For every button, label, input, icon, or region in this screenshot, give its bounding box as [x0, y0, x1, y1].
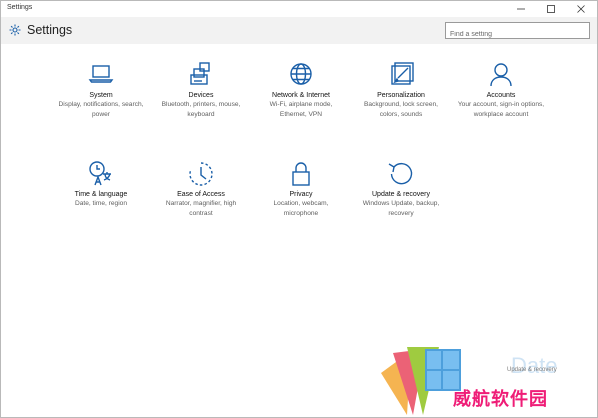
- svg-text:Date: Date: [511, 353, 557, 378]
- gear-icon: [9, 24, 21, 36]
- category-name: Privacy: [289, 191, 313, 198]
- category-name: Ease of Access: [177, 191, 225, 198]
- category-name: Accounts: [486, 92, 516, 99]
- category-devices[interactable]: Devices Bluetooth, printers, mouse, keyb…: [151, 60, 251, 119]
- category-description: Wi-Fi, airplane mode, Ethernet, VPN: [269, 101, 333, 118]
- close-icon: [577, 5, 585, 13]
- refresh-icon: [386, 159, 416, 189]
- category-name: Personalization: [377, 92, 425, 99]
- laptop-icon: [86, 60, 116, 90]
- globe-icon: [286, 60, 316, 90]
- maximize-button[interactable]: [536, 1, 566, 17]
- category-network[interactable]: Network & Internet Wi-Fi, airplane mode,…: [251, 60, 351, 119]
- category-description: Windows Update, backup, recovery: [362, 200, 440, 217]
- category-personalization[interactable]: Personalization Background, lock screen,…: [351, 60, 451, 119]
- settings-header: Settings: [1, 17, 597, 44]
- category-name: Network & Internet: [272, 92, 330, 99]
- category-privacy[interactable]: Privacy Location, webcam, microphone: [251, 159, 351, 218]
- maximize-icon: [547, 5, 555, 13]
- category-time-language[interactable]: Time & language Date, time, region: [51, 159, 151, 209]
- close-button[interactable]: [566, 1, 596, 17]
- search-box[interactable]: [445, 22, 590, 42]
- category-name: Update & recovery: [372, 191, 430, 198]
- ease-of-access-icon: [186, 159, 216, 189]
- watermark-ghost-text: Update & recovery: [507, 367, 557, 373]
- settings-window: Settings Settings System Display, notifi…: [0, 0, 598, 418]
- search-input[interactable]: [446, 27, 589, 42]
- title-bar[interactable]: Settings: [1, 1, 597, 17]
- category-description: Background, lock screen, colors, sounds: [363, 101, 439, 118]
- category-description: Narrator, magnifier, high contrast: [165, 200, 237, 217]
- category-description: Location, webcam, microphone: [273, 200, 329, 217]
- paintbrush-icon: [386, 60, 416, 90]
- category-ease-of-access[interactable]: Ease of Access Narrator, magnifier, high…: [151, 159, 251, 218]
- category-name: System: [89, 92, 113, 99]
- category-accounts[interactable]: Accounts Your account, sign-in options, …: [451, 60, 551, 119]
- watermark-text: 威航软件园: [453, 389, 548, 410]
- page-title: Settings: [27, 23, 73, 37]
- minimize-button[interactable]: [506, 1, 536, 17]
- category-description: Bluetooth, printers, mouse, keyboard: [161, 101, 241, 118]
- category-description: Date, time, region: [74, 200, 128, 207]
- person-icon: [486, 60, 516, 90]
- category-name: Devices: [188, 92, 214, 99]
- lock-icon: [286, 159, 316, 189]
- window-title: Settings: [7, 4, 33, 11]
- category-system[interactable]: System Display, notifications, search, p…: [51, 60, 151, 119]
- minimize-icon: [517, 8, 525, 10]
- category-name: Time & language: [74, 191, 128, 198]
- category-description: Display, notifications, search, power: [58, 101, 144, 118]
- time-language-icon: [86, 159, 116, 189]
- devices-icon: [186, 60, 216, 90]
- category-description: Your account, sign-in options, workplace…: [457, 101, 545, 118]
- category-update-recovery[interactable]: Update & recovery Windows Update, backup…: [351, 159, 451, 218]
